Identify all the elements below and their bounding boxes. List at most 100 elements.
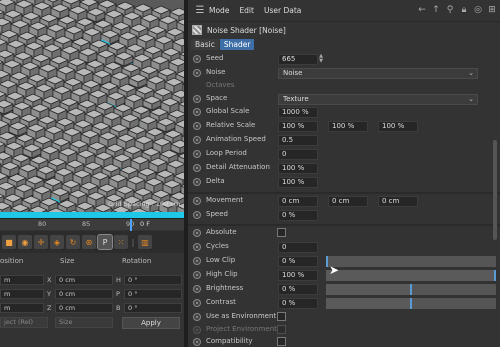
rotation-header: Rotation bbox=[122, 257, 152, 265]
animate-icon[interactable] bbox=[193, 108, 201, 116]
low-clip-field[interactable]: 0 % bbox=[278, 256, 318, 267]
search-icon[interactable]: ⚲ bbox=[445, 5, 455, 15]
animate-icon[interactable] bbox=[193, 285, 201, 293]
animate-icon[interactable] bbox=[193, 197, 201, 205]
size-y-field[interactable]: 0 cm bbox=[55, 289, 113, 299]
high-clip-field[interactable]: 100 % bbox=[278, 270, 318, 281]
scale-key-icon[interactable]: ⊛ bbox=[82, 235, 96, 249]
menu-mode[interactable]: Mode bbox=[209, 6, 229, 15]
position-z-field[interactable]: m bbox=[0, 303, 44, 313]
viewport[interactable]: Grid Spacing : 100 cm bbox=[0, 0, 184, 218]
animate-icon[interactable] bbox=[193, 313, 201, 321]
apply-button[interactable]: Apply bbox=[122, 317, 180, 329]
animate-icon[interactable] bbox=[193, 257, 201, 265]
prop-speed: Speed 0 % bbox=[188, 208, 500, 222]
scrollbar[interactable] bbox=[493, 140, 497, 240]
use-as-environment-checkbox[interactable] bbox=[277, 312, 286, 321]
space-dropdown[interactable]: Texture ⌄ bbox=[278, 94, 478, 105]
noise-type-dropdown[interactable]: Noise ⌄ bbox=[278, 68, 478, 79]
animate-icon[interactable] bbox=[193, 55, 201, 63]
cycles-field[interactable]: 0 bbox=[278, 242, 318, 253]
high-clip-slider[interactable] bbox=[326, 270, 496, 281]
movement-x-field[interactable]: 0 cm bbox=[278, 196, 318, 207]
new-panel-icon[interactable]: ⊞ bbox=[487, 5, 497, 15]
detail-attenuation-field[interactable]: 100 % bbox=[278, 163, 318, 174]
record-keys-icon[interactable]: ■ bbox=[2, 235, 16, 249]
global-scale-field[interactable]: 1000 % bbox=[278, 107, 318, 118]
contrast-slider[interactable] bbox=[326, 298, 496, 309]
animate-icon[interactable] bbox=[193, 243, 201, 251]
toolbar-separator: | bbox=[131, 237, 135, 247]
lock-icon[interactable]: 🔒︎ bbox=[459, 5, 469, 15]
animate-icon[interactable] bbox=[193, 299, 201, 307]
animate-icon[interactable] bbox=[193, 229, 201, 237]
playhead[interactable] bbox=[130, 219, 132, 231]
back-arrow-icon[interactable]: ← bbox=[417, 5, 427, 15]
parameter-key-icon[interactable]: P bbox=[97, 234, 113, 250]
size-z-field[interactable]: 0 cm bbox=[55, 303, 113, 313]
slider-thumb[interactable] bbox=[410, 284, 412, 295]
slider-thumb[interactable] bbox=[494, 270, 496, 281]
slider-thumb[interactable] bbox=[410, 298, 412, 309]
animate-icon[interactable] bbox=[193, 95, 201, 103]
size-x-field[interactable]: 0 cm bbox=[55, 275, 113, 285]
timeline-ruler[interactable]: 80 85 90 0 F bbox=[0, 218, 184, 231]
film-icon[interactable]: ▥ bbox=[138, 235, 152, 249]
brightness-field[interactable]: 0 % bbox=[278, 284, 318, 295]
slider-fill bbox=[326, 270, 494, 281]
coord-row-x: m X 0 cm H 0 ° bbox=[0, 275, 184, 286]
prop-detail-attenuation: Detail Attenuation 100 % bbox=[188, 161, 500, 175]
relative-scale-z-field[interactable]: 100 % bbox=[378, 121, 418, 132]
animate-icon[interactable] bbox=[193, 211, 201, 219]
animate-icon[interactable] bbox=[193, 122, 201, 130]
menu-user-data[interactable]: User Data bbox=[264, 6, 301, 15]
relative-scale-y-field[interactable]: 100 % bbox=[328, 121, 368, 132]
delta-field[interactable]: 100 % bbox=[278, 177, 318, 188]
position-x-field[interactable]: m bbox=[0, 275, 44, 285]
rotate-key-icon[interactable]: ◈ bbox=[50, 235, 64, 249]
contrast-field[interactable]: 0 % bbox=[278, 298, 318, 309]
prop-delta: Delta 100 % bbox=[188, 175, 500, 189]
timeline-tick: 85 bbox=[82, 220, 91, 228]
animate-icon[interactable] bbox=[193, 150, 201, 158]
movement-z-field[interactable]: 0 cm bbox=[378, 196, 418, 207]
coordinate-mode-select[interactable]: ject (Rel) bbox=[0, 317, 48, 328]
animate-icon[interactable] bbox=[193, 271, 201, 279]
tab-basic[interactable]: Basic bbox=[191, 39, 219, 50]
animate-icon[interactable] bbox=[193, 178, 201, 186]
menu-edit[interactable]: Edit bbox=[239, 6, 254, 15]
animate-icon[interactable] bbox=[193, 338, 201, 346]
rotation-p-field[interactable]: 0 ° bbox=[124, 289, 182, 299]
position-y-field[interactable]: m bbox=[0, 289, 44, 299]
record-active-icon[interactable]: ◉ bbox=[18, 235, 32, 249]
slider-fill bbox=[326, 284, 410, 295]
point-level-icon[interactable]: ⁙ bbox=[114, 235, 128, 249]
animation-speed-field[interactable]: 0.5 bbox=[278, 135, 318, 146]
seed-field[interactable]: 665 bbox=[278, 54, 318, 65]
hamburger-menu-icon[interactable]: ☰ bbox=[191, 5, 209, 16]
relative-scale-x-field[interactable]: 100 % bbox=[278, 121, 318, 132]
low-clip-slider[interactable] bbox=[326, 256, 496, 267]
size-mode-select[interactable]: Size bbox=[55, 317, 113, 328]
prop-loop-period: Loop Period 0 bbox=[188, 147, 500, 161]
loop-period-field[interactable]: 0 bbox=[278, 149, 318, 160]
move-key-icon[interactable]: ✛ bbox=[34, 235, 48, 249]
spinner-icon[interactable]: ▲ ▼ bbox=[318, 54, 324, 65]
rotation-h-field[interactable]: 0 ° bbox=[124, 275, 182, 285]
tab-shader[interactable]: Shader bbox=[219, 39, 255, 50]
absolute-checkbox[interactable] bbox=[277, 228, 286, 237]
animate-icon[interactable] bbox=[193, 69, 201, 77]
brightness-slider[interactable] bbox=[326, 284, 496, 295]
up-arrow-icon[interactable]: ↑ bbox=[431, 5, 441, 15]
autokey-icon[interactable]: ↻ bbox=[66, 235, 80, 249]
animate-icon[interactable] bbox=[193, 164, 201, 172]
prop-high-clip: High Clip 100 % bbox=[188, 268, 500, 282]
slider-thumb[interactable] bbox=[326, 256, 328, 267]
speed-field[interactable]: 0 % bbox=[278, 210, 318, 221]
animate-icon[interactable] bbox=[193, 136, 201, 144]
timeline-tick: 80 bbox=[38, 220, 47, 228]
rotation-b-field[interactable]: 0 ° bbox=[124, 303, 182, 313]
movement-y-field[interactable]: 0 cm bbox=[328, 196, 368, 207]
compatibility-checkbox[interactable] bbox=[277, 337, 286, 346]
target-icon[interactable]: ◎ bbox=[473, 5, 483, 15]
